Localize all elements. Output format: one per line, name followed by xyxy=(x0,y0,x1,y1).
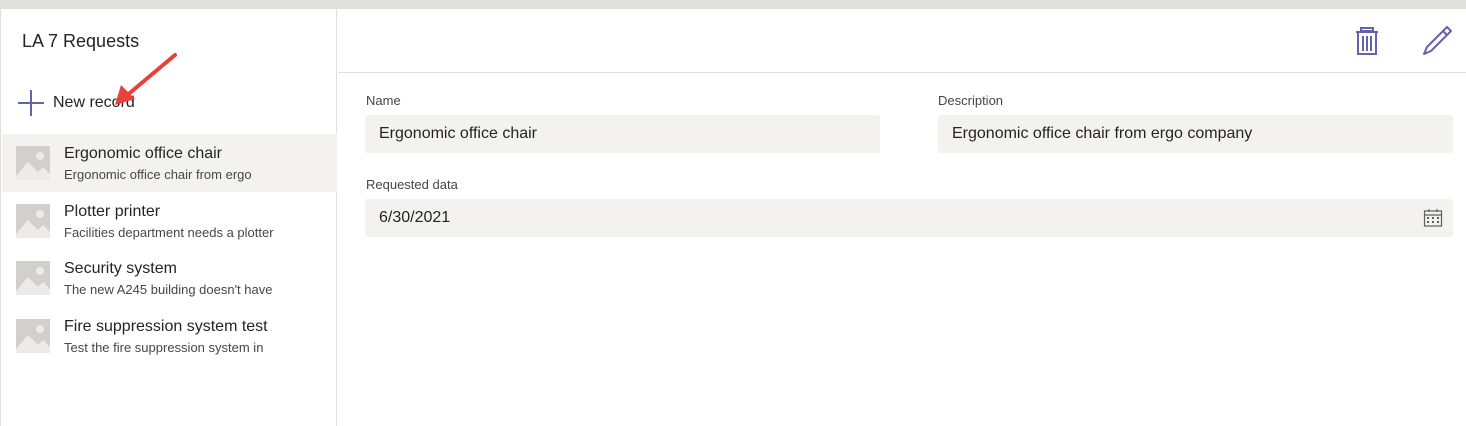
image-placeholder-icon xyxy=(16,261,50,295)
list-item[interactable]: Fire suppression system test Test the fi… xyxy=(2,307,337,365)
list-item-subtitle: Ergonomic office chair from ergo xyxy=(64,167,252,182)
name-field[interactable]: Ergonomic office chair xyxy=(365,115,880,153)
calendar-icon[interactable] xyxy=(1423,208,1443,228)
image-placeholder-icon xyxy=(16,318,50,353)
name-label: Name xyxy=(366,93,401,108)
trash-icon[interactable] xyxy=(1351,25,1383,57)
requested-date-value: 6/30/2021 xyxy=(379,209,451,226)
list-item-subtitle: Test the fire suppression system in xyxy=(64,339,264,355)
sidebar: LA 7 Requests New record Ergonomic offic… xyxy=(0,9,337,426)
window-top-bar xyxy=(0,0,1466,9)
record-list: Ergonomic office chair Ergonomic office … xyxy=(2,134,337,364)
requested-date-label: Requested data xyxy=(366,177,458,192)
requested-date-field[interactable]: 6/30/2021 xyxy=(365,199,1453,237)
list-item[interactable]: Security system The new A245 building do… xyxy=(2,249,337,307)
list-item-title: Ergonomic office chair xyxy=(64,145,222,162)
image-placeholder-icon xyxy=(16,146,50,180)
list-item-subtitle: The new A245 building doesn't have xyxy=(64,282,273,297)
pencil-icon[interactable] xyxy=(1421,25,1453,57)
description-field[interactable]: Ergonomic office chair from ergo company xyxy=(938,115,1453,153)
list-item-title: Security system xyxy=(64,260,177,277)
annotation-arrow xyxy=(115,53,177,105)
plus-icon xyxy=(17,89,45,117)
list-item-title: Fire suppression system test xyxy=(64,317,268,335)
description-label: Description xyxy=(938,93,1004,108)
list-item[interactable]: Plotter printer Facilities department ne… xyxy=(2,192,337,250)
detail-toolbar xyxy=(338,9,1466,73)
list-item-subtitle: Facilities department needs a plotter xyxy=(64,224,274,240)
image-placeholder-icon xyxy=(16,203,50,238)
list-item[interactable]: Ergonomic office chair Ergonomic office … xyxy=(2,134,337,192)
list-item-title: Plotter printer xyxy=(64,202,161,220)
